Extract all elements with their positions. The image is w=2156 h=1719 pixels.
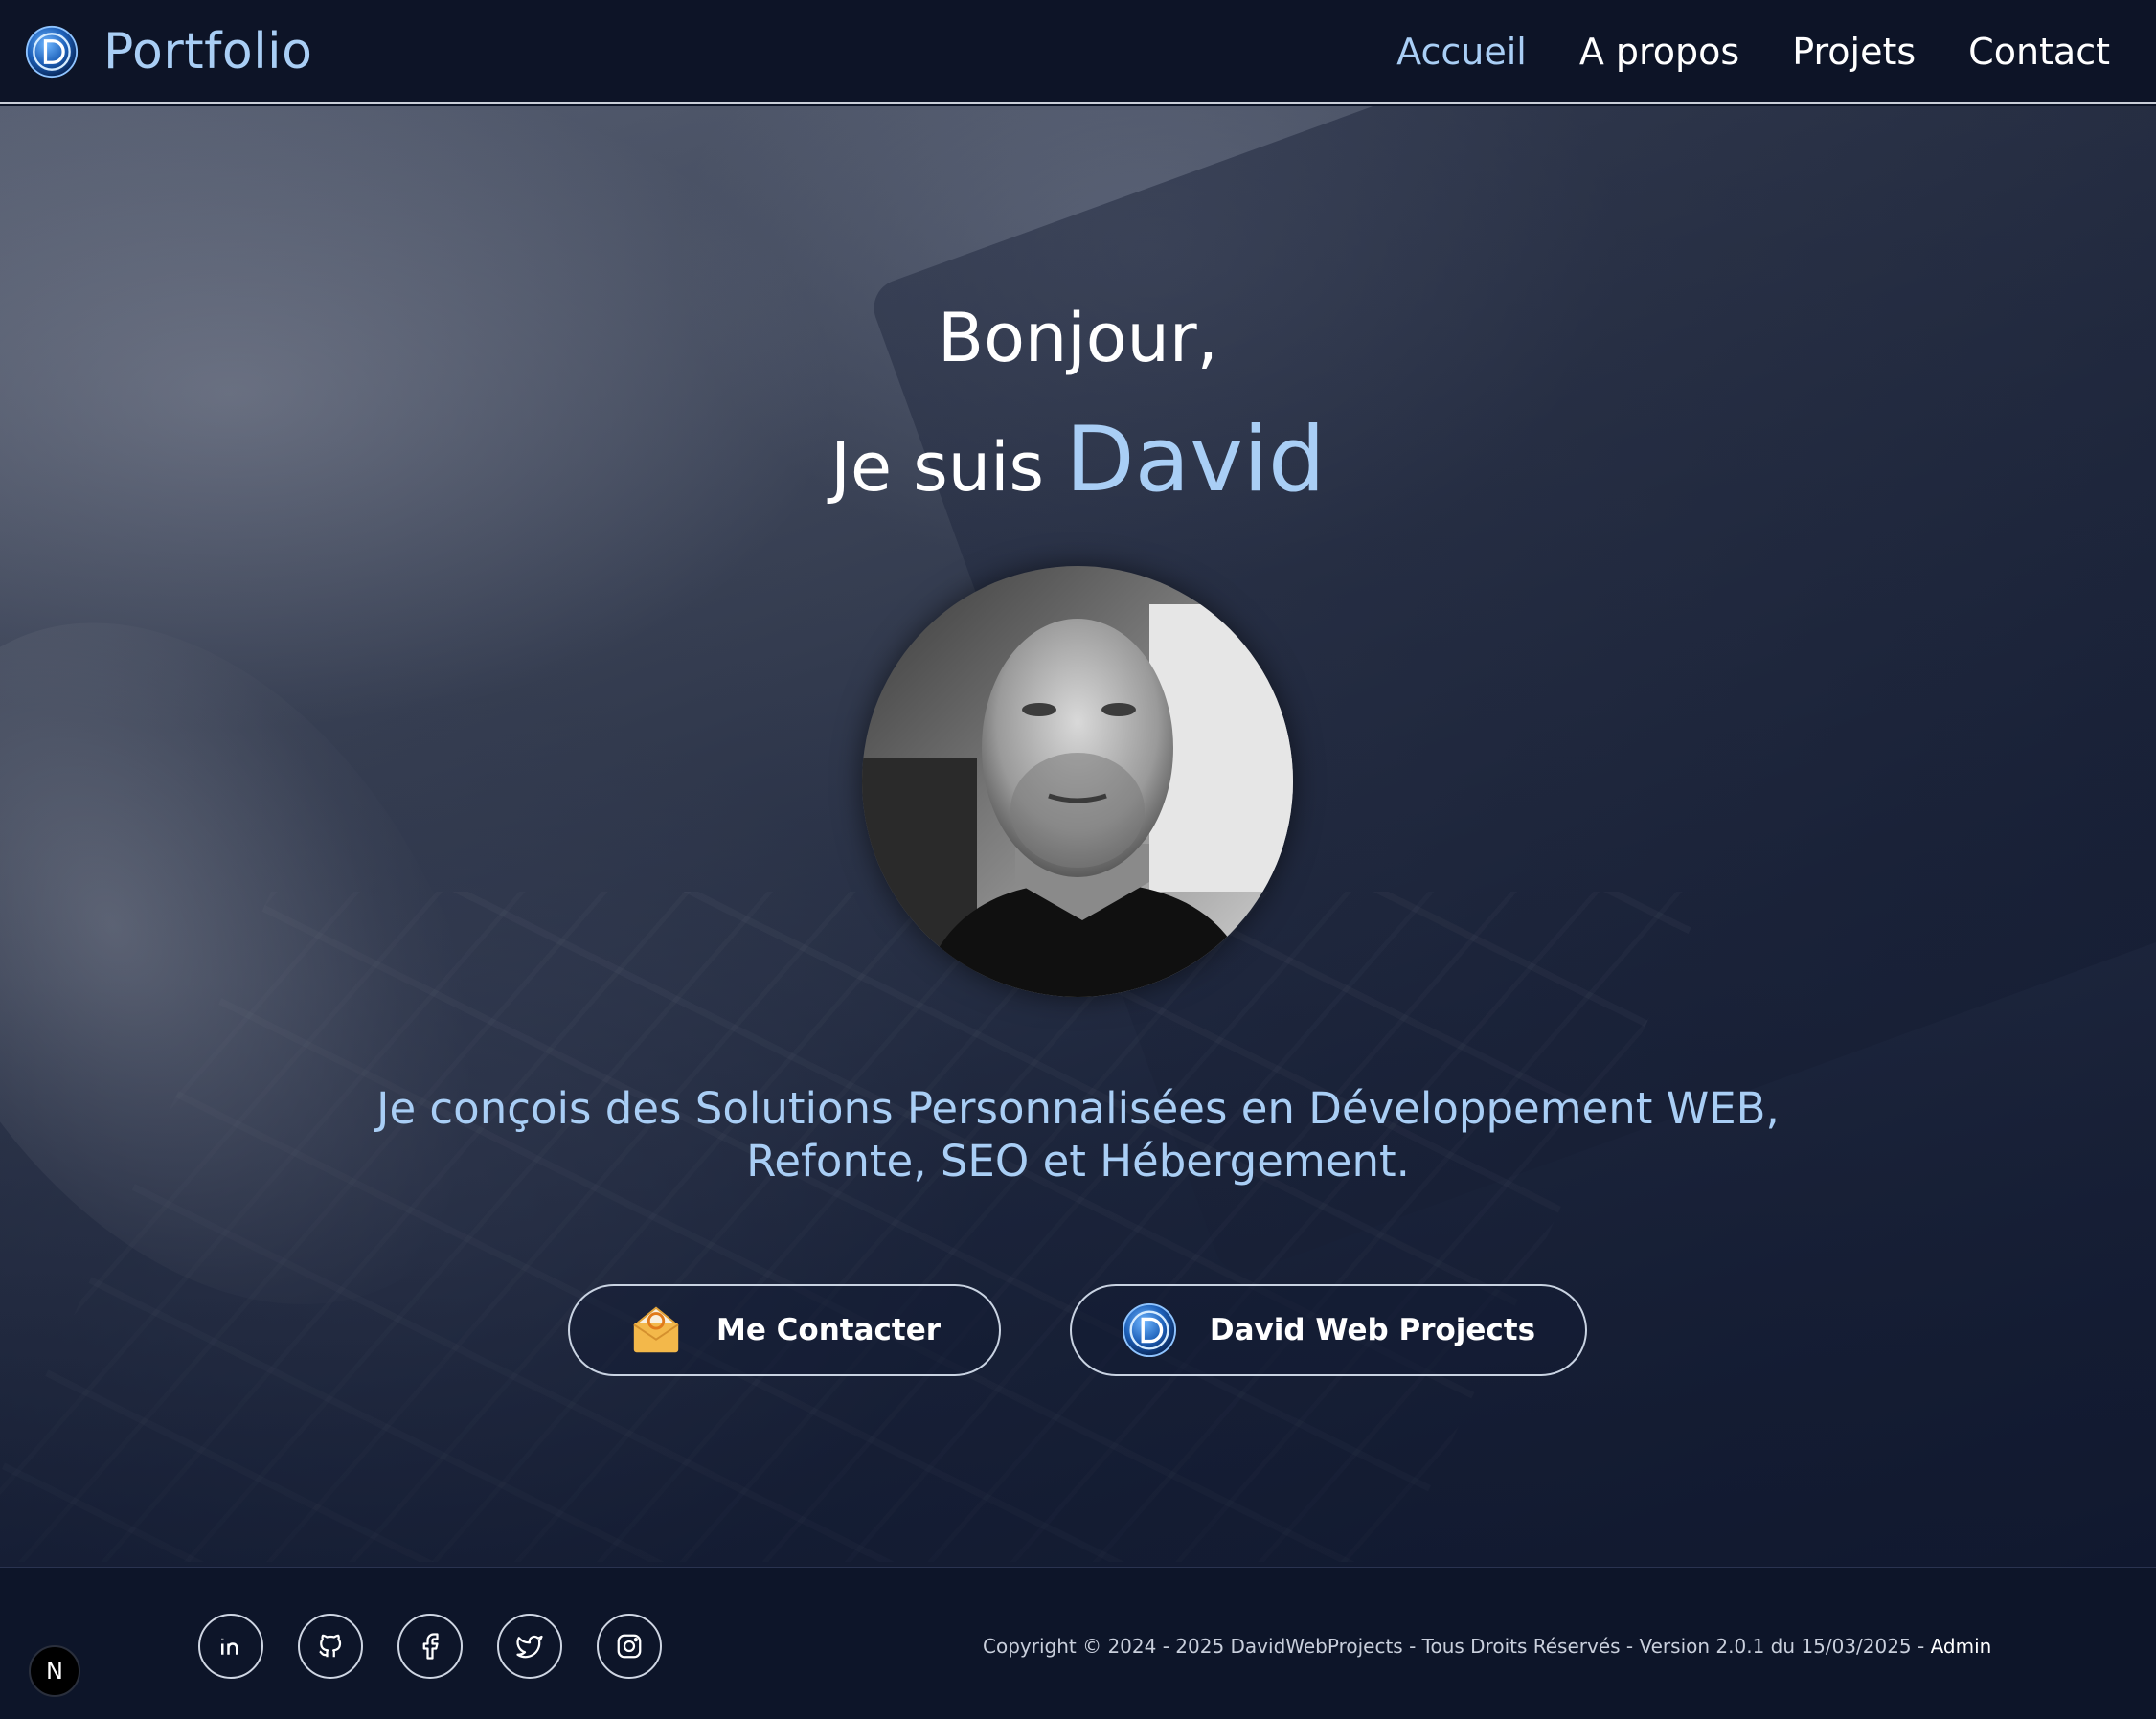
brand[interactable]: Portfolio [25,23,312,80]
linkedin-link[interactable] [198,1614,263,1679]
hero-name: David [1065,408,1326,512]
greeting-line1: Bonjour, [938,299,1218,377]
contact-button-label: Me Contacter [715,1313,942,1347]
mail-envelope-icon [633,1306,679,1353]
n-badge-button[interactable]: N [29,1645,80,1697]
instagram-link[interactable] [597,1614,662,1679]
nav-link-a-propos[interactable]: A propos [1579,31,1739,73]
github-icon [319,1634,342,1658]
nav-link-accueil[interactable]: Accueil [1396,31,1527,73]
dwp-logo-icon [1122,1302,1176,1358]
greeting-prefix: Je suis [830,428,1045,507]
nav-link-contact[interactable]: Contact [1968,31,2110,73]
dwp-logo-icon [25,25,79,78]
copyright-label: Copyright © 2024 - 2025 DavidWebProjects… [983,1635,1925,1658]
brand-title: Portfolio [103,22,313,80]
social-links [198,1614,662,1679]
footer: Copyright © 2024 - 2025 DavidWebProjects… [0,1567,2156,1719]
github-link[interactable] [298,1614,363,1679]
copyright-text: Copyright © 2024 - 2025 DavidWebProjects… [983,1635,1991,1658]
david-web-projects-button[interactable]: David Web Projects [1070,1284,1587,1376]
facebook-link[interactable] [397,1614,463,1679]
contact-button[interactable]: Me Contacter [568,1284,1001,1376]
tagline-line2: Refonte, SEO et Hébergement. [746,1135,1410,1187]
main-nav: Accueil A propos Projets Contact [1396,31,2110,73]
hero-tagline: Je conçois des Solutions Personnalisées … [0,1083,2156,1188]
nav-link-projets[interactable]: Projets [1792,31,1916,73]
twitter-link[interactable] [497,1614,562,1679]
tagline-line1: Je conçois des Solutions Personnalisées … [376,1083,1780,1134]
profile-avatar [862,566,1293,997]
twitter-icon [516,1635,543,1659]
instagram-icon [617,1634,642,1659]
profile-photo [862,566,1293,997]
navbar: Portfolio Accueil A propos Projets Conta… [0,0,2156,104]
hero-greeting: Bonjour, Je suis David [0,288,2156,528]
admin-link[interactable]: Admin [1931,1635,1992,1658]
hero-section: Bonjour, Je suis David Je conçois des So… [0,106,2156,1567]
linkedin-icon [221,1638,238,1655]
projects-button-label: David Web Projects [1209,1313,1536,1347]
facebook-icon [422,1633,439,1660]
